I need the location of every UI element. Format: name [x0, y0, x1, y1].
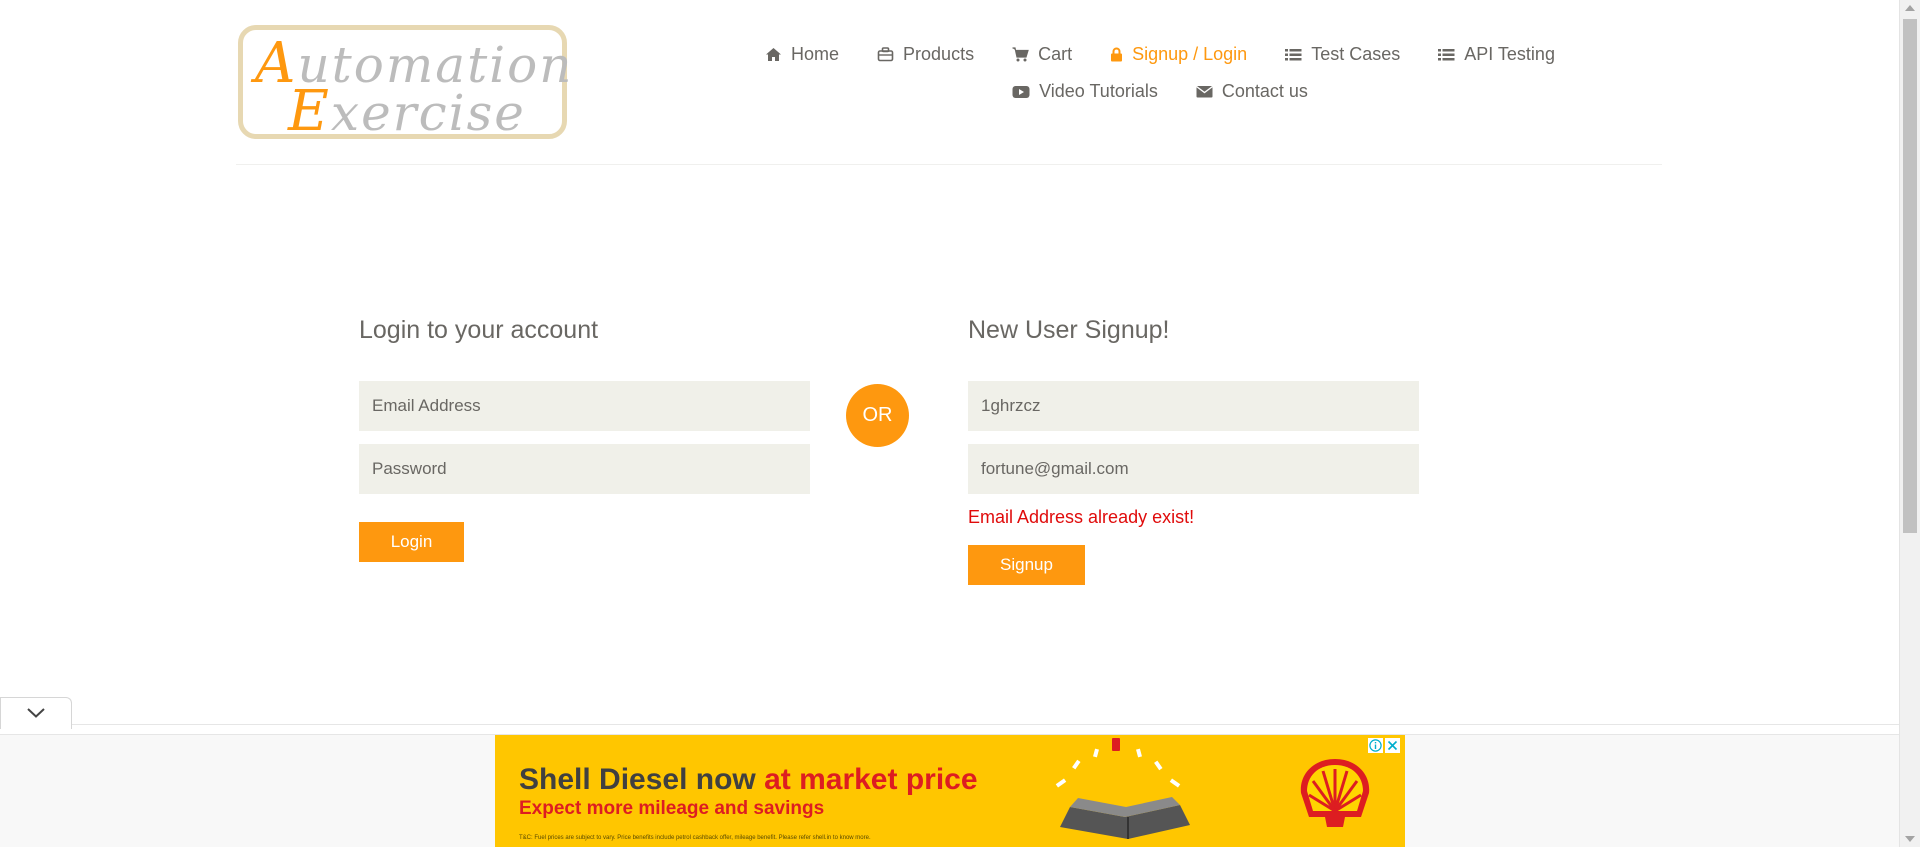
or-separator: OR	[846, 384, 909, 447]
list-icon	[1438, 48, 1455, 62]
header-divider	[236, 164, 1662, 165]
list-icon	[1285, 48, 1302, 62]
nav-api-testing[interactable]: API Testing	[1438, 44, 1555, 65]
nav-contact-us[interactable]: Contact us	[1195, 81, 1308, 102]
nav-row-2: Video Tutorials Contact us	[700, 73, 1620, 110]
nav-products[interactable]: Products	[877, 44, 974, 65]
scroll-up-icon[interactable]	[1905, 5, 1915, 11]
home-icon	[765, 47, 782, 62]
youtube-icon	[1012, 85, 1030, 99]
ad-divider-top	[0, 724, 1899, 725]
wallet-gauge-illustration	[1055, 738, 1190, 839]
signup-email-input[interactable]	[968, 444, 1419, 494]
nav-cart[interactable]: Cart	[1012, 44, 1072, 65]
nav-test-cases[interactable]: Test Cases	[1285, 44, 1400, 65]
info-icon[interactable]	[1368, 738, 1383, 753]
nav-row-1: Home Products Cart Signup / Login Test C…	[700, 36, 1620, 73]
page-scrollbar[interactable]	[1899, 0, 1920, 847]
nav-signup-login[interactable]: Signup / Login	[1110, 44, 1247, 65]
main-nav: Home Products Cart Signup / Login Test C…	[700, 36, 1620, 110]
ad-fine-print: T&C: Fuel prices are subject to vary. Pr…	[519, 835, 871, 841]
site-logo[interactable]: Automation Exercise	[238, 25, 571, 144]
nav-video-tutorials[interactable]: Video Tutorials	[1012, 81, 1158, 102]
logo-line-2: Exercise	[288, 79, 526, 144]
signup-error-message: Email Address already exist!	[968, 507, 1195, 527]
close-icon[interactable]	[1385, 738, 1400, 753]
scroll-down-icon[interactable]	[1905, 836, 1915, 842]
chevron-down-icon	[27, 705, 45, 723]
shell-logo-icon	[1300, 759, 1370, 827]
nav-home[interactable]: Home	[765, 44, 839, 65]
signup-title: New User Signup!	[968, 316, 1170, 344]
lock-icon	[1110, 47, 1123, 62]
briefcase-icon	[877, 47, 894, 62]
login-title: Login to your account	[359, 316, 599, 344]
signup-name-input[interactable]	[968, 381, 1419, 431]
ad-headline: Shell Diesel now at market price	[519, 763, 978, 796]
scrollbar-thumb[interactable]	[1903, 19, 1917, 533]
shell-ad-banner[interactable]: Shell Diesel now at market price Expect …	[495, 735, 1405, 847]
ad-collapse-button[interactable]	[0, 697, 72, 729]
login-password-input[interactable]	[359, 444, 810, 494]
login-button[interactable]: Login	[359, 522, 464, 562]
login-email-input[interactable]	[359, 381, 810, 431]
cart-icon	[1012, 47, 1029, 62]
envelope-icon	[1195, 85, 1213, 98]
signup-button[interactable]: Signup	[968, 545, 1085, 585]
ad-subline: Expect more mileage and savings	[519, 798, 825, 819]
